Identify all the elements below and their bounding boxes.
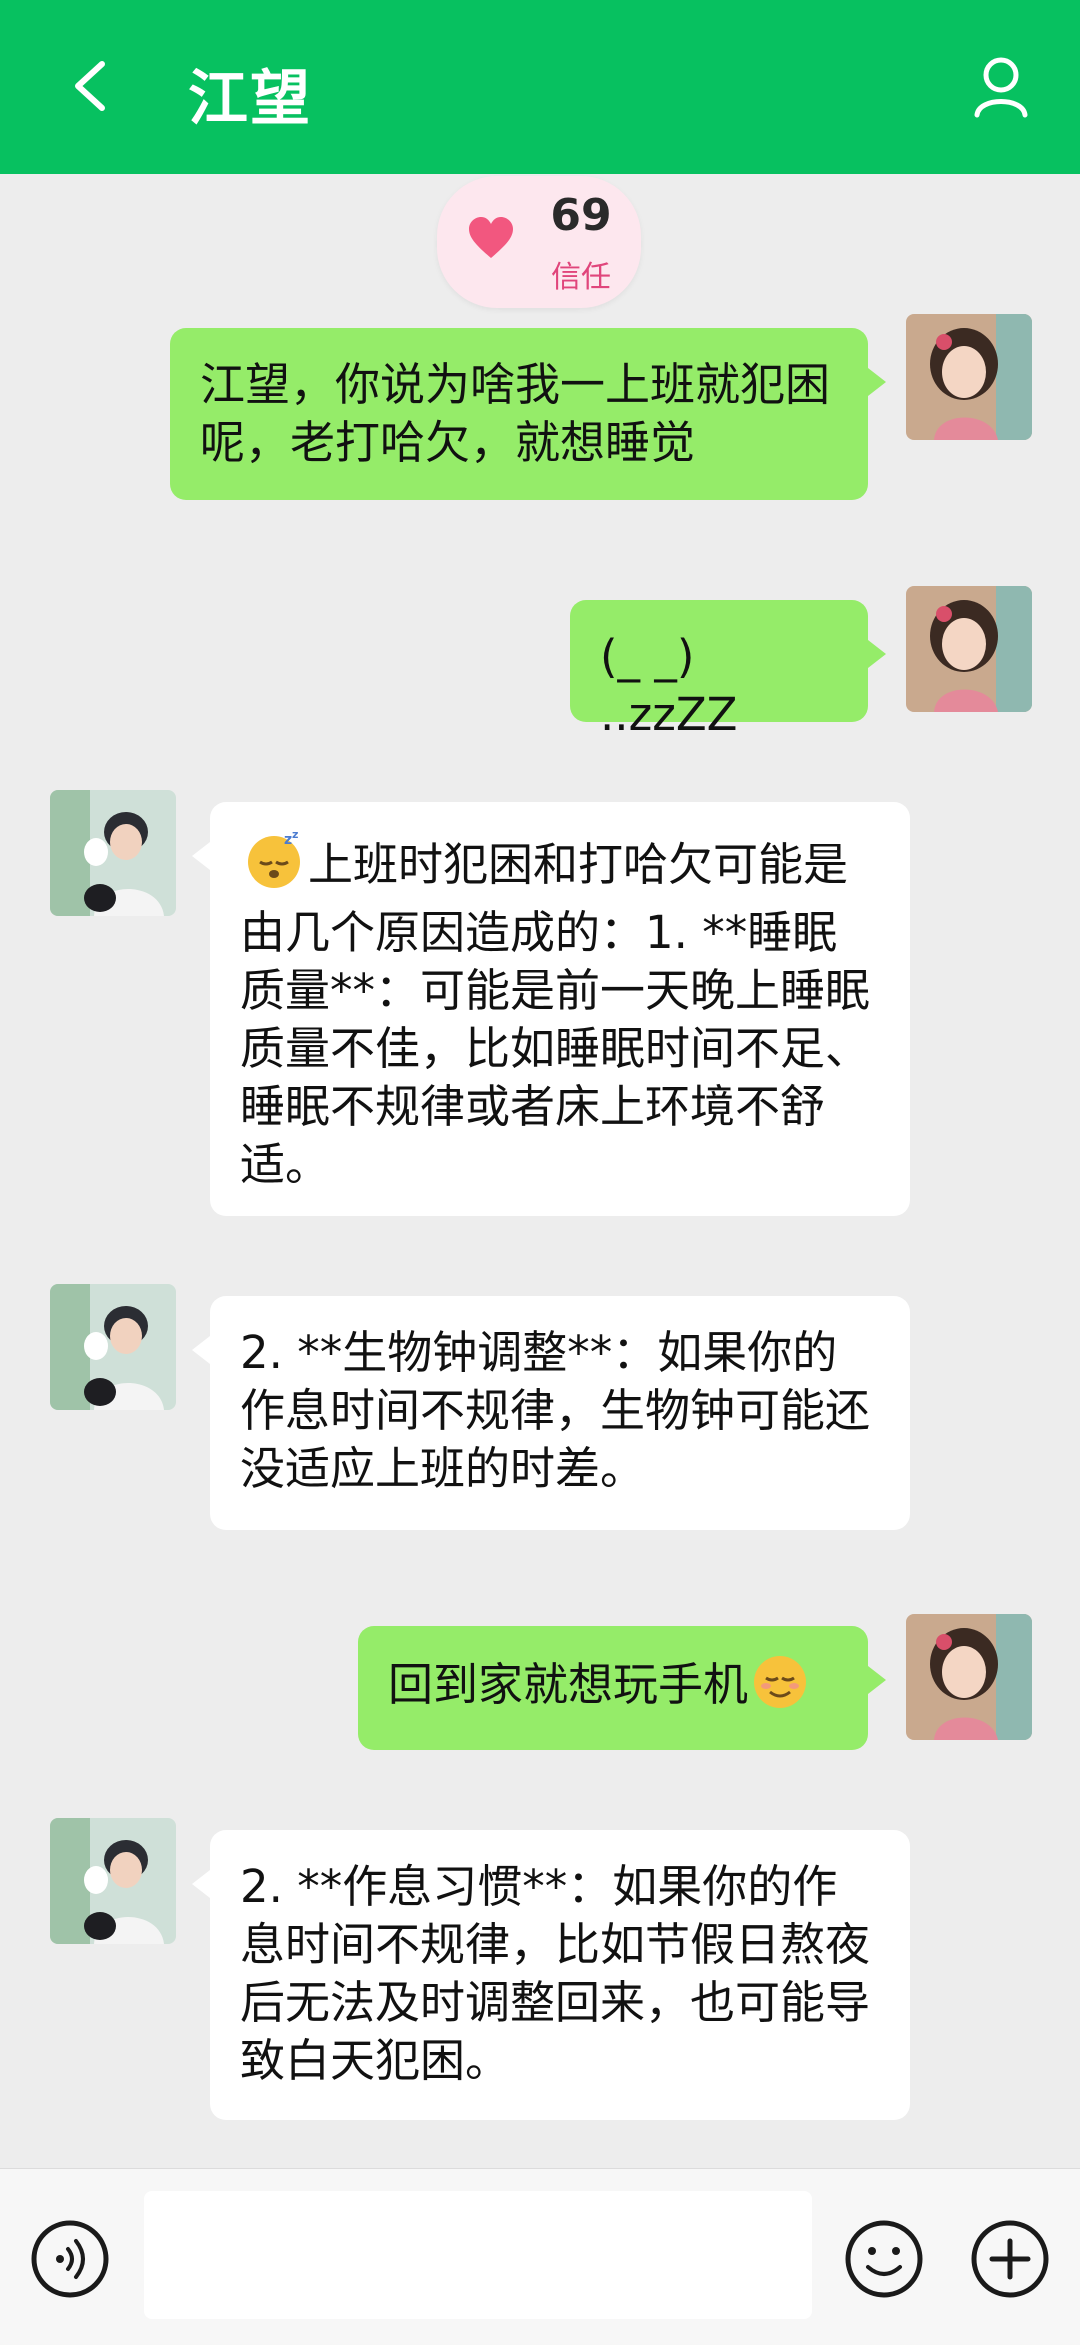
message-input[interactable] [144, 2191, 812, 2319]
profile-button[interactable] [966, 52, 1036, 122]
input-bar [0, 2168, 1080, 2345]
chevron-left-icon [75, 61, 105, 111]
relieved-face-emoji [752, 1654, 808, 1724]
message-bubble-user[interactable]: (_ _) ..zzZZ [570, 600, 886, 741]
voice-icon [31, 2220, 109, 2298]
emoji-button[interactable] [844, 2219, 924, 2303]
message-bubble-bot[interactable]: 2. **作息习惯**：如果你的作息时间不规律，比如节假日熬夜后无法及时调整回来… [192, 1830, 910, 2120]
user-icon [974, 57, 1028, 118]
svg-text:z: z [292, 830, 298, 841]
message-text: 上班时犯困和打哈欠可能是由几个原因造成的：1. **睡眠质量**：可能是前一天晚… [240, 838, 871, 1191]
heart-icon [469, 217, 513, 258]
trust-label: 信任 [551, 260, 611, 295]
emoji-icon [845, 2220, 923, 2298]
message-bubble-bot[interactable]: 2. **生物钟调整**：如果你的作息时间不规律，生物钟可能还没适应上班的时差。 [192, 1296, 910, 1530]
sleepy-zzz-emoji: z z [244, 828, 304, 904]
message-bubble-user[interactable]: 江望，你说为啥我一上班就犯困呢，老打哈欠，就想睡觉 [170, 328, 886, 500]
user-avatar[interactable] [906, 1614, 1032, 1740]
voice-button[interactable] [30, 2219, 110, 2303]
plus-icon [971, 2220, 1049, 2298]
message-text: 回到家就想玩手机 [388, 1658, 749, 1711]
message-bubble-bot[interactable]: z z 上班时犯困和打哈欠可能是由几个原因造成的：1. **睡眠质量**：可能是… [192, 802, 910, 1216]
page-title: 江望 [188, 64, 312, 134]
bot-avatar[interactable] [50, 1284, 176, 1410]
plus-button[interactable] [970, 2219, 1050, 2303]
bot-avatar[interactable] [50, 790, 176, 916]
message-bubble-user[interactable]: 回到家就想玩手机 [358, 1626, 886, 1750]
user-avatar[interactable] [906, 314, 1032, 440]
bot-avatar[interactable] [50, 1818, 176, 1944]
back-button[interactable] [60, 56, 120, 116]
user-avatar[interactable] [906, 586, 1032, 712]
trust-value: 69 [550, 190, 612, 241]
header-bar: 江望 [0, 0, 1080, 174]
svg-text:z: z [284, 832, 292, 848]
trust-badge[interactable]: 69 信任 [437, 176, 641, 308]
